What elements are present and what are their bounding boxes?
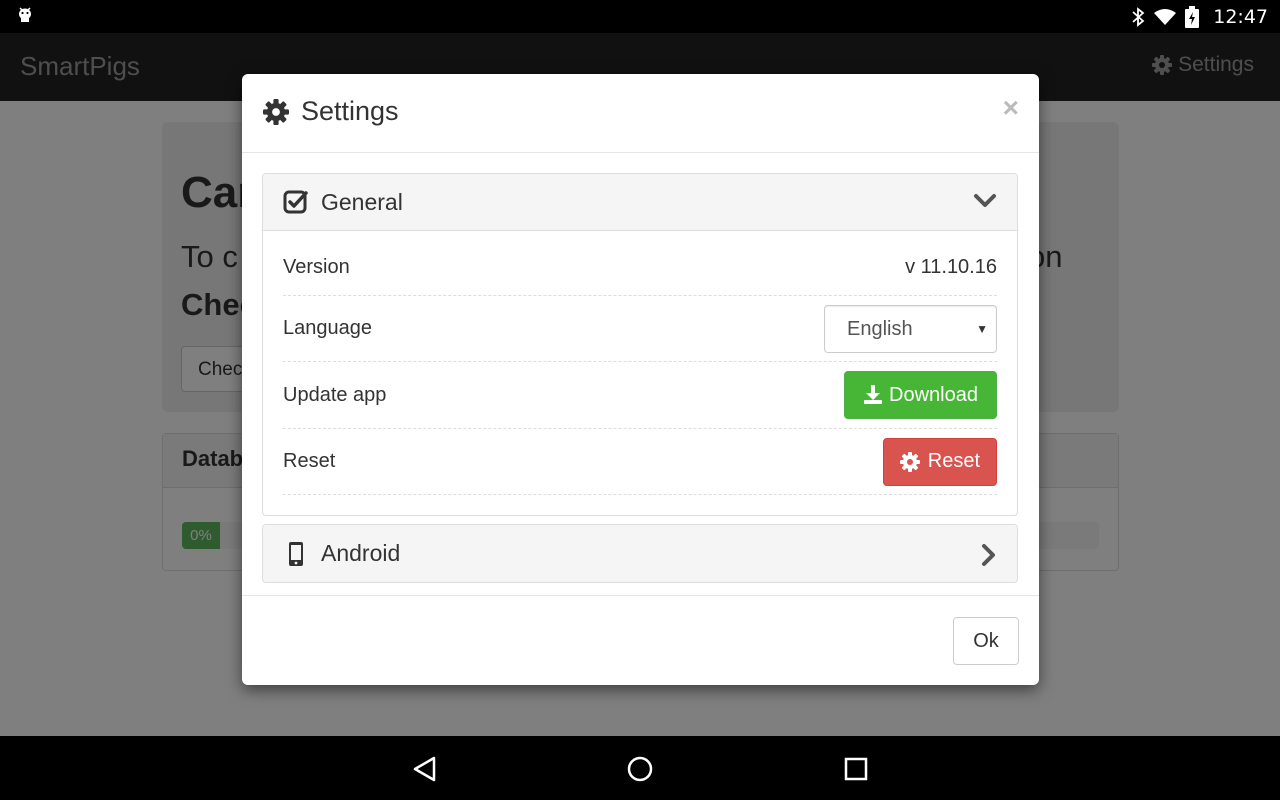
ok-button[interactable]: Ok: [953, 617, 1019, 665]
back-icon[interactable]: [410, 754, 440, 784]
modal-footer: Ok: [242, 595, 1039, 685]
mobile-icon: [289, 541, 303, 566]
general-panel-body: Version v 11.10.16 Language English ▼ Up…: [263, 231, 1017, 515]
bluetooth-icon: [1132, 6, 1145, 27]
modal-title-text: Settings: [301, 96, 399, 126]
reset-label: Reset: [283, 450, 336, 472]
settings-modal: Settings × General Version v 11.10.16 La…: [242, 74, 1039, 685]
modal-title: Settings: [263, 96, 399, 127]
android-heading-label: Android: [321, 540, 401, 566]
version-row: Version v 11.10.16: [283, 239, 997, 296]
version-value: v 11.10.16: [905, 255, 997, 278]
update-row: Update app Download: [283, 362, 997, 429]
select-caret-icon: ▼: [976, 321, 988, 336]
general-panel: General Version v 11.10.16 Language Engl…: [262, 173, 1018, 516]
update-label: Update app: [283, 383, 387, 406]
modal-body: General Version v 11.10.16 Language Engl…: [262, 173, 1018, 583]
check-square-icon: [283, 190, 308, 214]
general-heading-label: General: [321, 188, 403, 215]
reset-button[interactable]: Reset: [882, 437, 997, 486]
language-row: Language English ▼: [283, 296, 997, 362]
clock: 12:47: [1213, 5, 1268, 28]
android-panel: Android: [262, 524, 1018, 583]
language-select[interactable]: English ▼: [824, 304, 997, 353]
system-nav-bar: [0, 736, 1280, 800]
language-selected-value: English: [847, 317, 913, 340]
gear-icon: [899, 451, 920, 472]
download-button[interactable]: Download: [844, 371, 997, 419]
home-icon[interactable]: [625, 754, 655, 784]
chevron-right-icon: [982, 544, 995, 566]
download-button-label: Download: [889, 383, 978, 406]
general-panel-heading[interactable]: General: [263, 174, 1017, 231]
reset-row: Reset Reset: [283, 429, 997, 495]
language-label: Language: [283, 317, 372, 339]
android-icon: [19, 7, 31, 22]
version-label: Version: [283, 255, 350, 278]
recents-icon[interactable]: [841, 754, 871, 784]
android-panel-heading[interactable]: Android: [263, 525, 1017, 582]
status-bar: 12:47: [0, 0, 1280, 33]
download-icon: [864, 385, 883, 404]
close-icon[interactable]: ×: [1003, 92, 1019, 124]
modal-header: Settings ×: [242, 74, 1039, 153]
chevron-down-icon: [974, 194, 996, 207]
battery-charging-icon: [1185, 5, 1200, 28]
reset-button-label: Reset: [927, 450, 980, 472]
wifi-icon: [1154, 8, 1177, 25]
gear-icon: [263, 98, 289, 125]
